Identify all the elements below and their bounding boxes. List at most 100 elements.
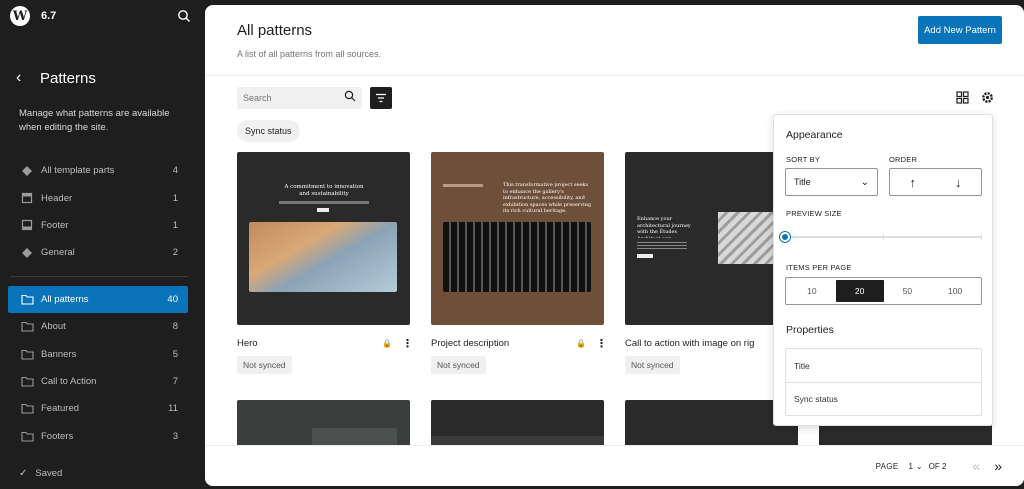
pattern-categories-list: All patterns 40 About 8 Banners 5 Call t… <box>0 285 205 450</box>
sort-by-value: Title <box>794 177 811 187</box>
list-toolbar <box>237 87 392 109</box>
pattern-card-project-description[interactable]: This transformative project seeks to enh… <box>431 152 604 374</box>
pattern-title[interactable]: Hero <box>237 338 382 349</box>
order-toggle-group: ↑ ↓ <box>889 168 982 196</box>
items-per-page-option[interactable]: 100 <box>931 280 979 302</box>
search-icon[interactable] <box>177 9 191 23</box>
property-item-title[interactable]: Title <box>786 349 981 382</box>
wordpress-logo-icon[interactable]: W <box>10 6 30 26</box>
footer-icon <box>20 218 34 232</box>
sidebar-item-about[interactable]: About 8 <box>0 313 205 340</box>
sidebar: W 6.7 ‹ Patterns Manage what patterns ar… <box>0 0 205 489</box>
sidebar-item-header[interactable]: Header 1 <box>0 184 205 211</box>
sidebar-item-all-patterns[interactable]: All patterns 40 <box>8 285 188 313</box>
sync-badge: Not synced <box>625 356 680 374</box>
more-options-icon[interactable]: ⋮ <box>596 337 604 350</box>
lock-icon: 🔒 <box>382 338 392 348</box>
sidebar-item-banners[interactable]: Banners 5 <box>0 340 205 367</box>
pattern-preview[interactable]: This transformative project seeks to enh… <box>431 152 604 325</box>
pattern-title[interactable]: Call to action with image on rig <box>625 338 778 349</box>
previous-page-icon[interactable]: « <box>972 458 980 474</box>
arrow-up-icon[interactable]: ↑ <box>890 169 936 195</box>
folder-icon <box>20 320 34 334</box>
sidebar-title: Patterns <box>40 69 96 87</box>
thumb-button <box>637 254 653 258</box>
sort-by-label: SORT BY <box>786 155 821 164</box>
arrow-down-icon[interactable]: ↓ <box>936 169 982 195</box>
lock-icon: 🔒 <box>576 338 586 348</box>
sort-by-select[interactable]: Title ⌄ <box>785 168 878 196</box>
thumb-button <box>317 208 329 212</box>
more-options-icon[interactable]: ⋮ <box>402 337 410 350</box>
filter-button[interactable] <box>370 87 392 109</box>
sidebar-item-label: All template parts <box>41 165 115 177</box>
sync-status-filter-chip[interactable]: Sync status <box>237 120 300 142</box>
items-per-page-option[interactable]: 20 <box>835 280 884 302</box>
order-label: ORDER <box>889 155 918 164</box>
diamond-icon <box>20 164 34 178</box>
thumb-text-line <box>279 201 369 204</box>
sidebar-item-count: 1 <box>172 192 178 204</box>
search-input[interactable] <box>243 93 344 103</box>
thumb-heading: Enhance your architectural journey with … <box>637 216 691 238</box>
items-per-page-option[interactable]: 10 <box>788 280 836 302</box>
folder-icon <box>20 374 34 388</box>
property-item-sync-status[interactable]: Sync status <box>786 382 981 415</box>
sidebar-item-count: 2 <box>172 247 178 259</box>
sidebar-item-label: Call to Action <box>41 375 97 387</box>
page-total: OF 2 <box>928 461 947 471</box>
page-title: All patterns <box>237 22 313 39</box>
folder-icon <box>20 429 34 443</box>
properties-list: Title Sync status <box>785 348 982 416</box>
gear-icon[interactable] <box>981 91 994 109</box>
slider-handle[interactable] <box>780 232 790 242</box>
items-per-page-option[interactable]: 50 <box>884 280 932 302</box>
top-bar: W 6.7 <box>0 0 205 32</box>
folder-icon <box>20 402 34 416</box>
filter-icon <box>376 93 386 103</box>
add-new-pattern-button[interactable]: Add New Pattern <box>918 16 1002 44</box>
sync-badge: Not synced <box>431 356 486 374</box>
chevron-down-icon: ⌄ <box>915 461 923 471</box>
sidebar-item-label: Footer <box>41 219 69 231</box>
search-icon <box>344 89 356 107</box>
sidebar-item-all-template-parts[interactable]: All template parts 4 <box>0 157 205 184</box>
header-icon <box>20 191 34 205</box>
search-field[interactable] <box>237 87 362 109</box>
saved-label: Saved <box>35 468 63 479</box>
sidebar-item-label: About <box>41 321 66 333</box>
sidebar-item-count: 40 <box>167 293 178 305</box>
sidebar-item-count: 11 <box>168 403 178 415</box>
grid-view-icon[interactable] <box>956 91 969 109</box>
saved-status: ✓ Saved <box>19 468 62 479</box>
back-chevron-icon[interactable]: ‹ <box>16 69 32 87</box>
sidebar-item-footers[interactable]: Footers 3 <box>0 423 205 450</box>
folder-icon <box>20 347 34 361</box>
page-subtitle: A list of all patterns from all sources. <box>237 49 382 59</box>
thumb-caption <box>443 184 483 187</box>
sidebar-item-call-to-action[interactable]: Call to Action 7 <box>0 368 205 395</box>
sidebar-item-footer[interactable]: Footer 1 <box>0 212 205 239</box>
next-page-icon[interactable]: » <box>994 458 1002 474</box>
thumb-heading: This transformative project seeks to enh… <box>503 182 592 214</box>
sidebar-divider <box>10 275 188 277</box>
page-select[interactable]: 1 ⌄ <box>908 462 922 471</box>
sidebar-item-featured[interactable]: Featured 11 <box>0 395 205 422</box>
sidebar-item-general[interactable]: General 2 <box>0 239 205 266</box>
thumb-heading: A commitment to innovation and sustainab… <box>284 184 364 197</box>
sidebar-description: Manage what patterns are available when … <box>19 108 170 133</box>
sidebar-item-label: Footers <box>41 430 74 442</box>
page-current: 1 <box>908 461 913 471</box>
thumb-image <box>443 222 591 292</box>
view-controls <box>956 91 994 109</box>
slider-tick <box>883 234 884 240</box>
pattern-preview[interactable]: A commitment to innovation and sustainab… <box>237 152 410 325</box>
properties-heading: Properties <box>786 324 834 336</box>
chevron-down-icon: ⌄ <box>860 176 869 188</box>
pattern-card-hero[interactable]: A commitment to innovation and sustainab… <box>237 152 410 374</box>
preview-size-slider[interactable] <box>780 232 982 242</box>
sidebar-item-label: Banners <box>41 348 77 360</box>
sidebar-item-label: Featured <box>41 403 80 415</box>
pattern-title[interactable]: Project description <box>431 338 576 349</box>
view-options-popover: Appearance SORT BY ORDER Title ⌄ ↑ ↓ PRE… <box>773 114 993 426</box>
